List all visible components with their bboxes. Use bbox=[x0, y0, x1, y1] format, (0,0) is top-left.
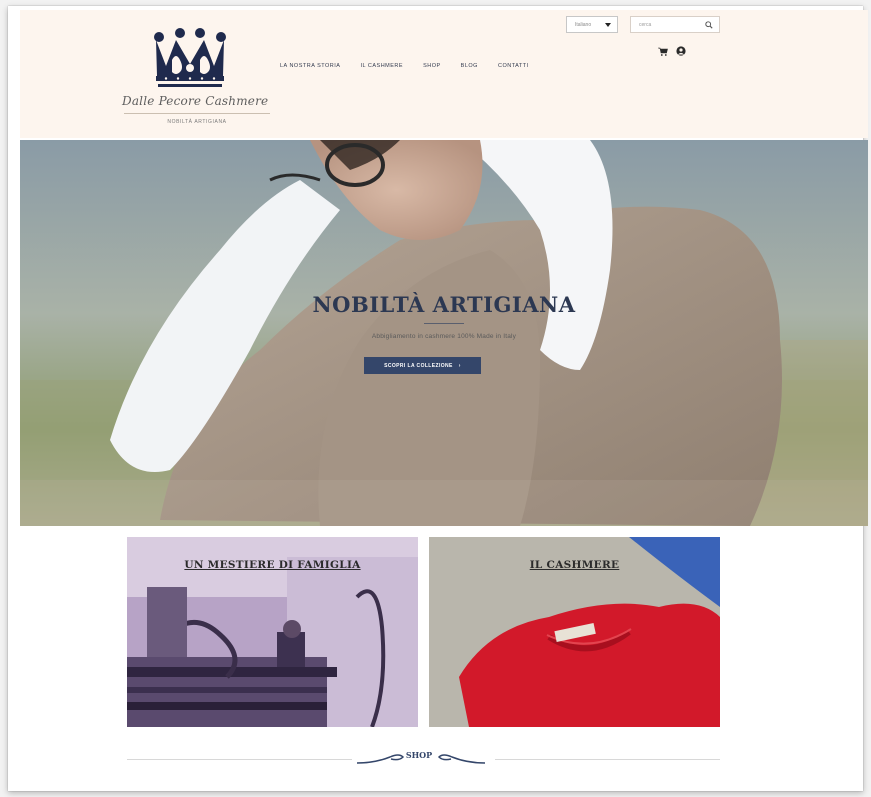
search-icon[interactable] bbox=[705, 21, 713, 29]
logo-divider bbox=[124, 113, 270, 114]
nav-item-la-nostra-storia[interactable]: LA NOSTRA STORIA bbox=[280, 63, 340, 69]
hero-divider bbox=[424, 323, 464, 324]
chevron-right-icon: › bbox=[458, 362, 461, 369]
divider-line-right bbox=[495, 759, 720, 760]
logo-tagline: NOBILTÀ ARTIGIANA bbox=[167, 119, 227, 125]
chevron-down-icon bbox=[605, 23, 611, 27]
search-placeholder: cerca bbox=[639, 21, 652, 28]
discover-collection-button[interactable]: SCOPRI LA COLLEZIONE › bbox=[364, 357, 481, 374]
language-select[interactable]: Italiano bbox=[566, 16, 618, 33]
tile-cashmere-title[interactable]: IL CASHMERE bbox=[429, 559, 720, 571]
nav-item-il-cashmere[interactable]: IL CASHMERE bbox=[360, 63, 403, 69]
hero-subtitle: Abbigliamento in cashmere 100% Made in I… bbox=[371, 333, 517, 340]
account-icon[interactable] bbox=[676, 46, 686, 56]
tile-family-craft[interactable]: UN MESTIERE DI FAMIGLIA bbox=[127, 537, 418, 727]
search-input[interactable]: cerca bbox=[630, 16, 720, 33]
divider-line-left bbox=[127, 759, 352, 760]
tile-family-craft-title[interactable]: UN MESTIERE DI FAMIGLIA bbox=[127, 559, 418, 571]
hero-banner: NOBILTÀ ARTIGIANA Abbigliamento in cashm… bbox=[20, 140, 868, 526]
cart-icon[interactable] bbox=[658, 47, 668, 56]
language-select-value: Italiano bbox=[575, 21, 592, 28]
ornament-left-icon bbox=[356, 754, 405, 764]
tile-cashmere[interactable]: IL CASHMERE bbox=[429, 537, 720, 727]
hero-title: NOBILTÀ ARTIGIANA bbox=[312, 292, 576, 317]
nav-item-blog[interactable]: BLOG bbox=[461, 63, 478, 69]
nav-item-shop[interactable]: SHOP bbox=[423, 63, 441, 69]
nav-item-contatti[interactable]: CONTATTI bbox=[498, 63, 529, 69]
main-nav: LA NOSTRA STORIA IL CASHMERE SHOP BLOG C… bbox=[280, 63, 529, 69]
logo-wordmark: Dalle Pecore Cashmere bbox=[122, 94, 269, 108]
ornament-right-icon bbox=[437, 754, 486, 764]
shop-section-label[interactable]: SHOP bbox=[404, 750, 434, 760]
discover-collection-label: SCOPRI LA COLLEZIONE bbox=[384, 362, 453, 369]
